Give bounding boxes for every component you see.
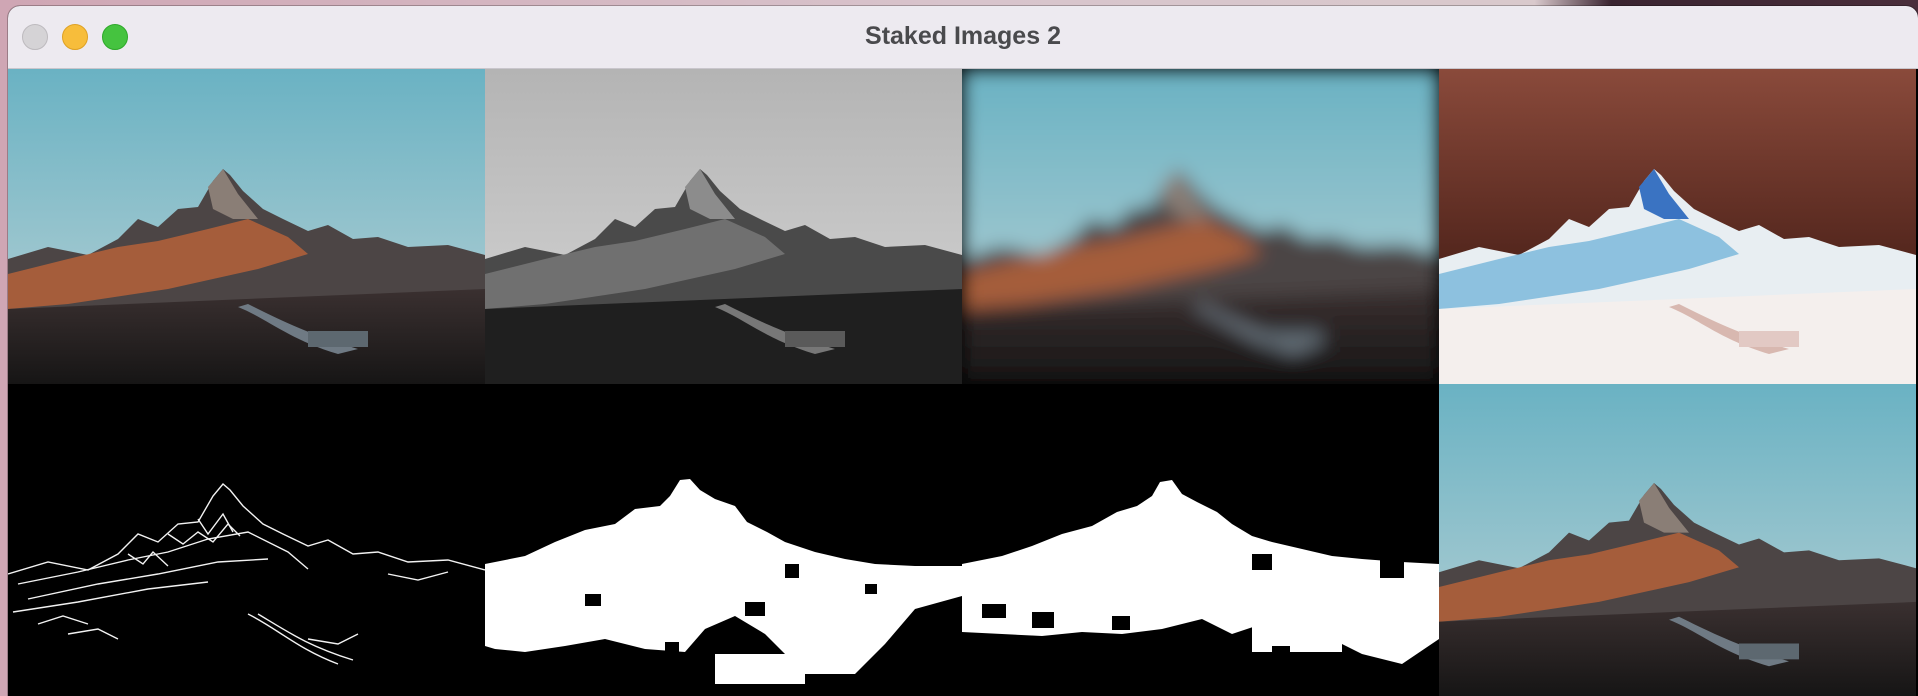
mountain-image-color <box>8 69 485 384</box>
panel-original <box>8 69 485 384</box>
panel-original-repeat <box>1439 384 1916 696</box>
mountain-image-edges <box>8 384 485 696</box>
mountain-image-blurred <box>962 69 1439 384</box>
panel-edges <box>8 384 485 696</box>
panel-blurred <box>962 69 1439 384</box>
panel-threshold-a <box>485 384 962 696</box>
mountain-image-threshold-b <box>962 384 1439 696</box>
app-window: Staked Images 2 <box>8 6 1918 696</box>
mountain-image-inverted <box>1439 69 1916 384</box>
image-grid <box>8 69 1918 696</box>
window-title: Staked Images 2 <box>865 22 1061 50</box>
mountain-image-grayscale <box>485 69 962 384</box>
panel-grayscale <box>485 69 962 384</box>
mountain-image-color-repeat <box>1439 384 1916 696</box>
mountain-image-threshold-a <box>485 384 962 696</box>
title-bar[interactable]: Staked Images 2 <box>8 6 1918 69</box>
panel-threshold-b <box>962 384 1439 696</box>
panel-inverted <box>1439 69 1916 384</box>
